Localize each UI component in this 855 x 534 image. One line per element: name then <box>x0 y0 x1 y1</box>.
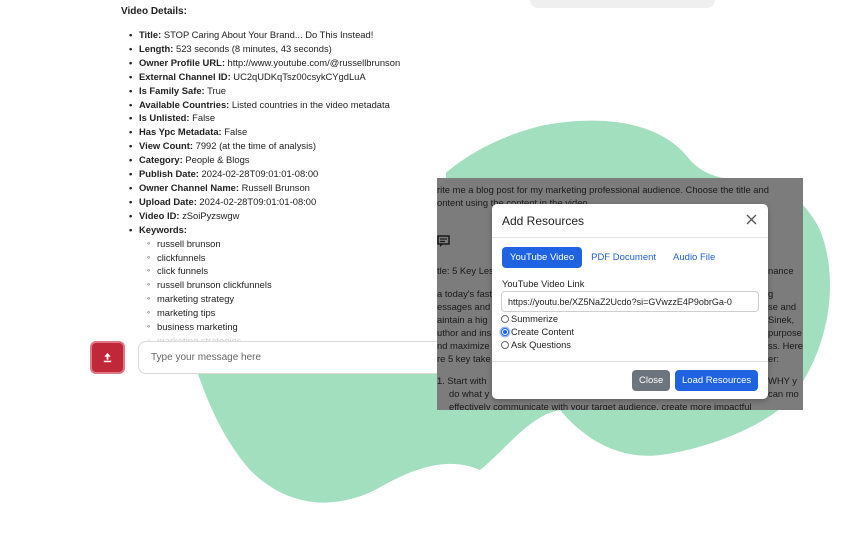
radio-create-content[interactable] <box>501 328 509 336</box>
resource-tabs: YouTube Video PDF Document Audio File <box>502 247 724 268</box>
detail-owner-url: Owner Profile URL: http://www.youtube.co… <box>129 56 400 70</box>
video-details-list: Title: STOP Caring About Your Brand... D… <box>129 28 400 342</box>
detail-keywords: Keywords: russell brunson clickfunnels c… <box>129 223 400 342</box>
radio-summerize[interactable] <box>501 315 509 323</box>
option-label: Summerize <box>511 314 559 324</box>
upload-icon <box>103 352 112 363</box>
close-icon[interactable] <box>745 213 758 226</box>
youtube-link-label: YouTube Video Link <box>502 279 585 289</box>
bg-chat-fragment: purpose <box>768 327 802 338</box>
bg-chat-line: a today's fast <box>437 288 492 299</box>
header-divider <box>492 237 768 238</box>
radio-ask-questions[interactable] <box>501 341 509 349</box>
detail-countries: Available Countries: Listed countries in… <box>129 98 400 112</box>
video-details-heading: Video Details: <box>121 6 187 17</box>
option-summerize[interactable]: Summerize <box>501 314 558 324</box>
upload-button[interactable] <box>90 341 125 374</box>
detail-family-safe: Is Family Safe: True <box>129 84 400 98</box>
bg-chat-fragment: Sinek, <box>768 314 795 325</box>
bg-chat-fragment: ss. Here <box>768 340 803 351</box>
bg-chat-fragment: se and <box>768 301 797 312</box>
bg-chat-line: essages and <box>437 301 491 312</box>
close-button[interactable]: Close <box>632 370 671 391</box>
bg-chat-fragment: nance <box>768 265 794 276</box>
bg-chat-line: 1. Start with <box>437 375 487 386</box>
tab-youtube-video[interactable]: YouTube Video <box>502 247 583 268</box>
tab-pdf-document[interactable]: PDF Document <box>583 247 664 268</box>
bg-chat-line: nd maximize <box>437 340 490 351</box>
detail-ypc: Has Ypc Metadata: False <box>129 125 400 139</box>
bg-chat-fragment: can mo <box>768 388 799 399</box>
option-create-content[interactable]: Create Content <box>501 327 574 337</box>
keyword-item: click funnels <box>147 264 400 278</box>
keyword-item: russell brunson clickfunnels <box>147 278 400 292</box>
bg-chat-line: uthor and ins <box>437 327 492 338</box>
detail-category: Category: People & Blogs <box>129 153 400 167</box>
keyword-item: marketing tips <box>147 306 400 320</box>
bg-chat-line: aintain a hig <box>437 314 488 325</box>
keyword-item: business marketing <box>147 320 400 334</box>
option-label: Ask Questions <box>511 340 571 350</box>
tab-audio-file[interactable]: Audio File <box>665 247 723 268</box>
keyword-item: clickfunnels <box>147 251 400 265</box>
bg-chat-line: do what y <box>449 388 490 399</box>
modal-title: Add Resources <box>502 214 585 228</box>
detail-owner-name: Owner Channel Name: Russell Brunson <box>129 181 400 195</box>
detail-unlisted: Is Unlisted: False <box>129 111 400 125</box>
bg-chat-line: re 5 key take <box>437 353 491 364</box>
top-scroll-pill <box>530 0 715 8</box>
detail-video-id: Video ID: zSoiPyzswgw <box>129 209 400 223</box>
detail-channel-id: External Channel ID: UC2qUDKqTsz00csykCY… <box>129 70 400 84</box>
load-resources-button[interactable]: Load Resources <box>675 370 759 391</box>
bg-chat-fragment: WHY y <box>768 375 797 386</box>
chat-bubble-icon <box>437 235 450 247</box>
bg-chat-line: effectively communicate with your target… <box>449 401 752 410</box>
bg-chat-line: rite me a blog post for my marketing pro… <box>437 184 769 195</box>
option-label: Create Content <box>511 327 575 337</box>
footer-divider <box>492 361 768 362</box>
message-input[interactable] <box>138 341 448 374</box>
keyword-item: russell brunson <box>147 237 400 251</box>
keyword-item: marketing strategy <box>147 292 400 306</box>
option-ask-questions[interactable]: Ask Questions <box>501 340 571 350</box>
bg-chat-fragment: g <box>768 288 774 299</box>
detail-length: Length: 523 seconds (8 minutes, 43 secon… <box>129 42 400 56</box>
detail-title: Title: STOP Caring About Your Brand... D… <box>129 28 400 42</box>
detail-publish-date: Publish Date: 2024-02-28T09:01:01-08:00 <box>129 167 400 181</box>
detail-view-count: View Count: 7992 (at the time of analysi… <box>129 139 400 153</box>
keyword-list: russell brunson clickfunnels click funne… <box>147 237 400 342</box>
youtube-link-input[interactable] <box>501 291 759 312</box>
bg-chat-line: tle: 5 Key Les <box>437 265 494 276</box>
detail-upload-date: Upload Date: 2024-02-28T09:01:01-08:00 <box>129 195 400 209</box>
bg-chat-fragment: er: <box>768 353 779 364</box>
add-resources-modal: Add Resources YouTube Video PDF Document… <box>492 204 768 399</box>
